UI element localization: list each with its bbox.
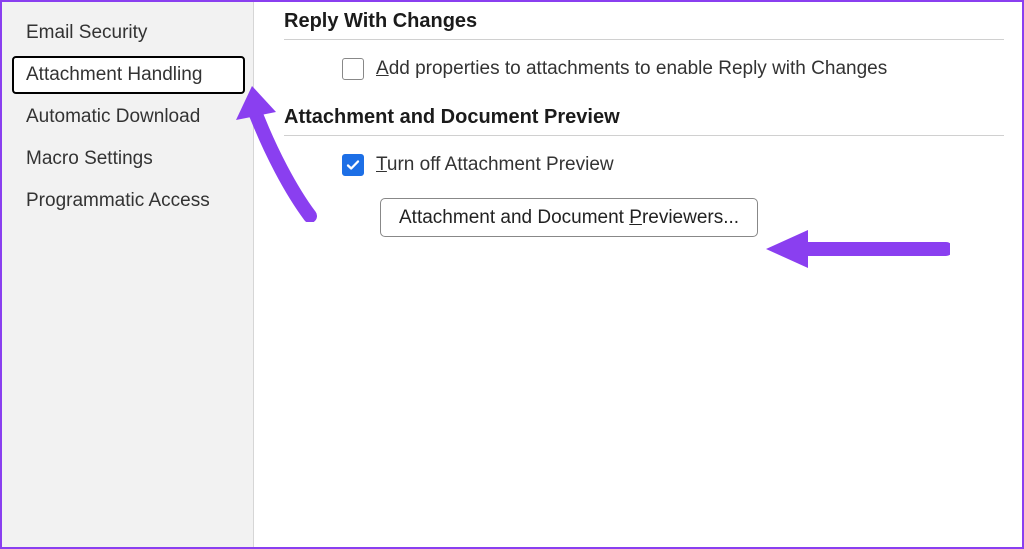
sidebar-item-macro-settings[interactable]: Macro Settings	[12, 140, 245, 178]
option-turn-off-preview[interactable]: Turn off Attachment Preview	[342, 154, 1004, 176]
sidebar-item-label: Attachment Handling	[26, 64, 202, 85]
sidebar-item-label: Automatic Download	[26, 106, 200, 127]
divider	[284, 39, 1004, 40]
checkbox-unchecked-icon[interactable]	[342, 58, 364, 80]
content-panel: Reply With Changes Add properties to att…	[254, 2, 1022, 547]
checkbox-checked-icon[interactable]	[342, 154, 364, 176]
sidebar: Email Security Attachment Handling Autom…	[2, 2, 254, 547]
option-add-properties[interactable]: Add properties to attachments to enable …	[342, 58, 1004, 80]
sidebar-item-label: Macro Settings	[26, 148, 153, 169]
section-heading-attachment-preview: Attachment and Document Preview	[284, 106, 1004, 129]
sidebar-item-label: Programmatic Access	[26, 190, 210, 211]
previewers-button-row: Attachment and Document Previewers...	[380, 198, 1004, 237]
attachment-document-previewers-button[interactable]: Attachment and Document Previewers...	[380, 198, 758, 237]
sidebar-item-label: Email Security	[26, 22, 147, 43]
sidebar-item-programmatic-access[interactable]: Programmatic Access	[12, 182, 245, 220]
sidebar-item-email-security[interactable]: Email Security	[12, 14, 245, 52]
sidebar-item-automatic-download[interactable]: Automatic Download	[12, 98, 245, 136]
sidebar-item-attachment-handling[interactable]: Attachment Handling	[12, 56, 245, 94]
section-heading-reply-with-changes: Reply With Changes	[284, 10, 1004, 33]
option-turn-off-preview-label: Turn off Attachment Preview	[376, 154, 614, 176]
divider	[284, 135, 1004, 136]
option-add-properties-label: Add properties to attachments to enable …	[376, 58, 887, 80]
